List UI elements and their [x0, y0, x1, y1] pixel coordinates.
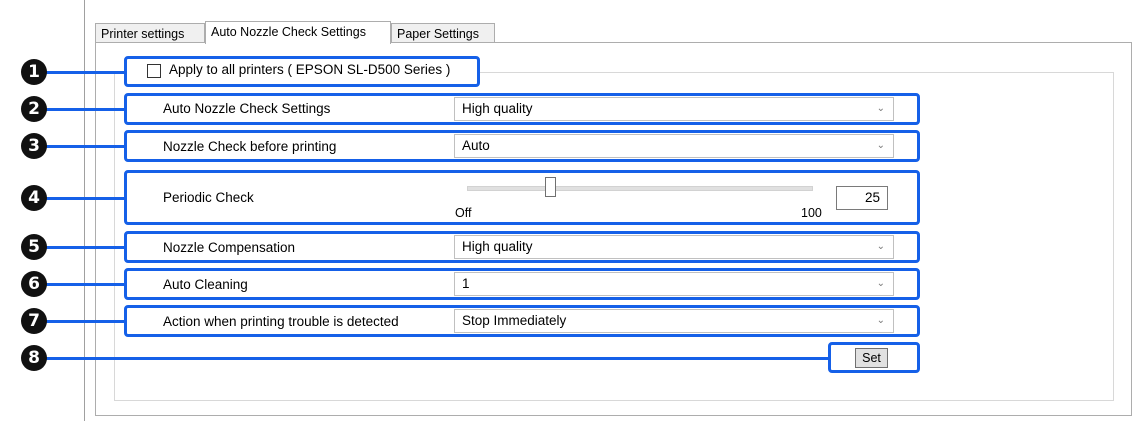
nozzle-check-before-printing-value: Auto [462, 138, 490, 153]
periodic-check-label: Periodic Check [163, 190, 254, 205]
periodic-check-slider-track[interactable] [467, 186, 813, 191]
tab-printer-settings[interactable]: Printer settings [95, 23, 205, 43]
trouble-action-select[interactable]: Stop Immediately ⌄ [454, 309, 894, 333]
nozzle-check-before-printing-label: Nozzle Check before printing [163, 139, 337, 154]
auto-nozzle-check-label: Auto Nozzle Check Settings [163, 101, 331, 116]
callout-number-3: 3 [21, 133, 47, 159]
callout-number-6: 6 [21, 271, 47, 297]
auto-cleaning-label: Auto Cleaning [163, 277, 248, 292]
chevron-down-icon: ⌄ [876, 103, 885, 114]
auto-cleaning-select[interactable]: 1 ⌄ [454, 272, 894, 296]
trouble-action-label: Action when printing trouble is detected [163, 314, 399, 329]
callout-number-1: 1 [21, 59, 47, 85]
callout-1-leader [36, 71, 124, 74]
chevron-down-icon: ⌄ [876, 315, 885, 326]
callout-number-4: 4 [21, 185, 47, 211]
auto-nozzle-check-select[interactable]: High quality ⌄ [454, 97, 894, 121]
nozzle-compensation-select[interactable]: High quality ⌄ [454, 235, 894, 259]
callout-number-8: 8 [21, 345, 47, 371]
nozzle-compensation-label: Nozzle Compensation [163, 240, 296, 255]
apply-all-checkbox[interactable] [147, 64, 161, 78]
slider-max-label: 100 [801, 206, 822, 220]
callout-number-5: 5 [21, 234, 47, 260]
callout-6-leader [36, 283, 124, 286]
set-button[interactable]: Set [855, 348, 888, 368]
callout-8-leader [36, 357, 829, 360]
auto-cleaning-value: 1 [462, 276, 470, 291]
periodic-check-value-input[interactable]: 25 [836, 186, 888, 210]
callout-4-leader [36, 197, 124, 200]
callout-number-7: 7 [21, 308, 47, 334]
chevron-down-icon: ⌄ [876, 241, 885, 252]
chevron-down-icon: ⌄ [876, 278, 885, 289]
auto-nozzle-check-value: High quality [462, 101, 533, 116]
callout-2-leader [36, 108, 124, 111]
slider-min-label: Off [455, 206, 472, 220]
chevron-down-icon: ⌄ [876, 140, 885, 151]
nozzle-check-before-printing-select[interactable]: Auto ⌄ [454, 134, 894, 158]
callout-number-2: 2 [21, 96, 47, 122]
trouble-action-value: Stop Immediately [462, 313, 567, 328]
callout-7-leader [36, 320, 124, 323]
callout-3-leader [36, 145, 124, 148]
periodic-check-slider-thumb[interactable] [545, 177, 556, 197]
tab-paper-settings[interactable]: Paper Settings [391, 23, 495, 43]
tab-auto-nozzle-check-settings[interactable]: Auto Nozzle Check Settings [205, 21, 391, 44]
callout-5-leader [36, 246, 124, 249]
nozzle-compensation-value: High quality [462, 239, 533, 254]
apply-all-label[interactable]: Apply to all printers ( EPSON SL-D500 Se… [169, 62, 450, 77]
